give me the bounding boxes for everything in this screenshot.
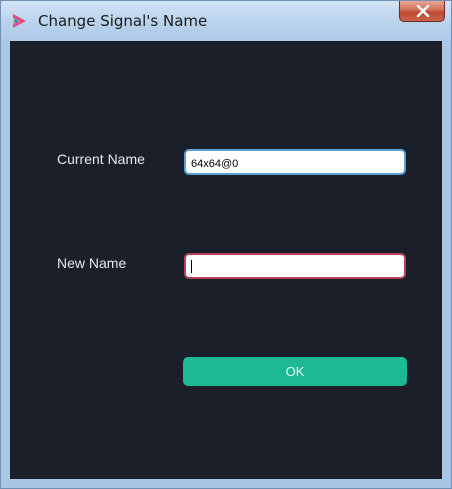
text-caret bbox=[191, 260, 192, 273]
close-icon bbox=[416, 5, 430, 17]
close-button[interactable] bbox=[399, 1, 445, 22]
app-logo-icon bbox=[11, 13, 27, 29]
current-name-field[interactable]: 64x64@0 bbox=[184, 149, 406, 175]
new-name-label: New Name bbox=[57, 255, 127, 271]
ok-button[interactable]: OK bbox=[183, 357, 407, 386]
title-bar[interactable]: Change Signal's Name bbox=[1, 1, 451, 41]
current-name-value: 64x64@0 bbox=[191, 158, 239, 170]
dialog-body: Current Name 64x64@0 New Name OK bbox=[10, 41, 442, 479]
new-name-input[interactable] bbox=[184, 253, 406, 279]
current-name-label: Current Name bbox=[57, 151, 145, 167]
change-signal-name-dialog: Change Signal's Name Current Name 64x64@… bbox=[0, 0, 452, 489]
window-title: Change Signal's Name bbox=[38, 12, 208, 30]
